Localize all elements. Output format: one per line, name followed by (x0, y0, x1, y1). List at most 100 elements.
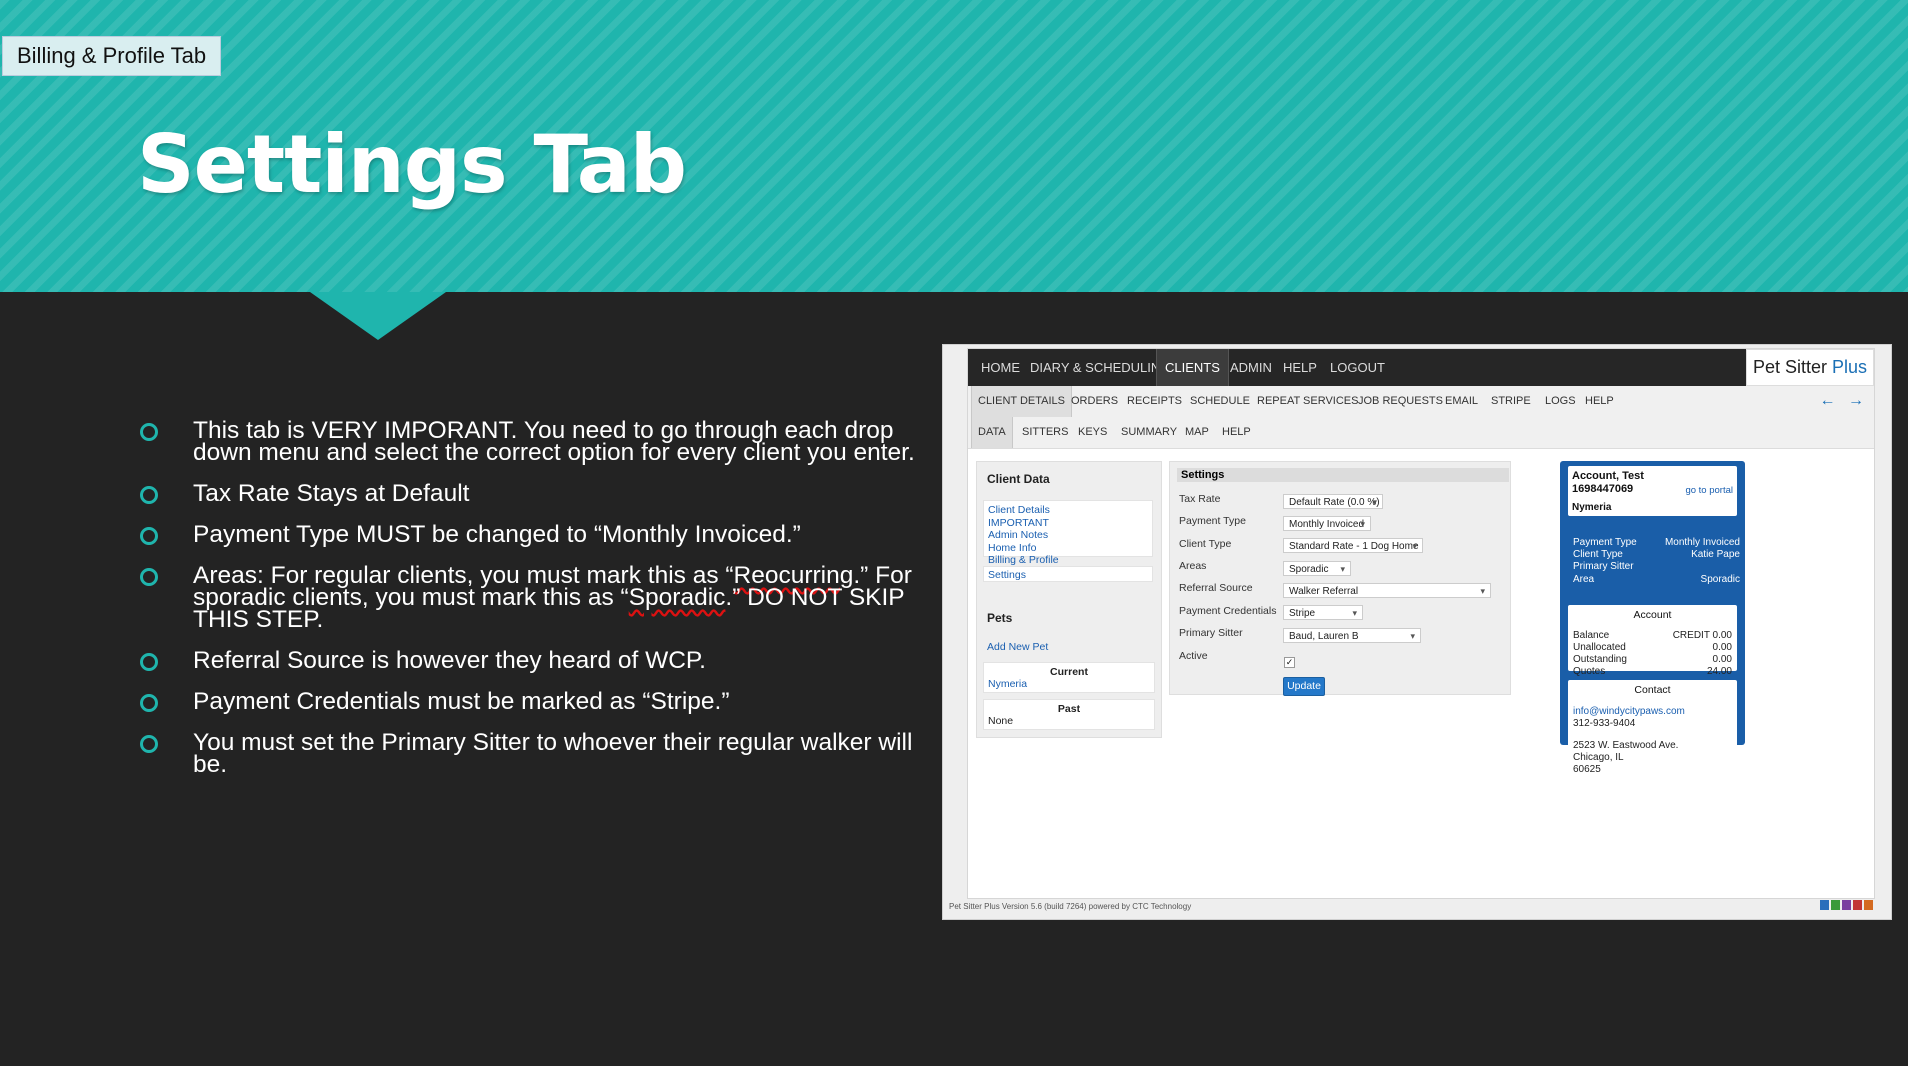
subnav-orders[interactable]: ORDERS (1071, 386, 1118, 417)
sub-nav: CLIENT DETAILS ORDERS RECEIPTS SCHEDULE … (968, 386, 1874, 418)
nav-help[interactable]: HELP (1283, 349, 1317, 386)
payment-type-label: Payment Type (1179, 515, 1246, 527)
top-nav: HOME DIARY & SCHEDULING CLIENTS ADMIN HE… (968, 349, 1874, 386)
brand-logo: Pet Sitter Plus (1746, 349, 1874, 386)
settings-link-box: Settings (983, 566, 1153, 582)
theme-swatch[interactable] (1842, 900, 1851, 910)
subnav-repeat-services[interactable]: REPEAT SERVICES (1257, 386, 1358, 417)
bullet-ring-icon (140, 423, 158, 441)
client-data-panel: Client Data Client Details IMPORTANT Adm… (976, 461, 1162, 738)
nav-clients[interactable]: CLIENTS (1156, 349, 1229, 386)
settings-panel: Settings Tax Rate Default Rate (0.0 %) P… (1169, 461, 1511, 696)
bullet-text: Referral Source is however they heard of… (193, 647, 706, 674)
tab-map[interactable]: MAP (1185, 417, 1209, 448)
account-number: 1698447069 (1572, 483, 1634, 495)
nav-home[interactable]: HOME (981, 349, 1020, 386)
subnav-stripe[interactable]: STRIPE (1491, 386, 1531, 417)
payment-credentials-select[interactable]: Stripe (1283, 605, 1363, 621)
tax-rate-select[interactable]: Default Rate (0.0 %) (1283, 494, 1383, 510)
theme-swatch[interactable] (1820, 900, 1829, 910)
account-card-title: Account (1633, 609, 1672, 621)
referral-source-select[interactable]: Walker Referral (1283, 583, 1491, 599)
link-billing-profile[interactable]: Billing & Profile (988, 554, 1152, 567)
bullet-item: This tab is VERY IMPORANT. You need to g… (140, 417, 930, 466)
account-name: Account, Test (1572, 470, 1644, 482)
go-to-portal-link[interactable]: go to portal (1685, 485, 1733, 498)
slide-title: Settings Tab (137, 118, 687, 211)
account-summary-panel: Account, Test 1698447069 go to portal Ny… (1560, 461, 1745, 780)
bullet-ring-icon (140, 486, 158, 504)
client-data-title: Client Data (987, 472, 1050, 486)
contact-email-link[interactable]: info@windycitypaws.com (1573, 706, 1685, 719)
tab-help[interactable]: HELP (1222, 417, 1251, 448)
bullet-ring-icon (140, 653, 158, 671)
past-pets-label: Past (1057, 703, 1081, 715)
add-new-pet-link[interactable]: Add New Pet (987, 641, 1048, 654)
tab-keys[interactable]: KEYS (1078, 417, 1107, 448)
quotes-value: 24.00 (1706, 666, 1732, 677)
theme-swatch[interactable] (1853, 900, 1862, 910)
theme-swatch[interactable] (1831, 900, 1840, 910)
tab-data[interactable]: DATA (971, 417, 1013, 448)
past-pets-box: Past None (983, 699, 1155, 730)
client-type-select[interactable]: Standard Rate - 1 Dog Home (1283, 538, 1423, 554)
primary-sitter-select[interactable]: Baud, Lauren B (1283, 628, 1421, 644)
subnav-schedule[interactable]: SCHEDULE (1190, 386, 1250, 417)
bullet-item: Payment Credentials must be marked as “S… (140, 689, 930, 714)
bullet-item: Tax Rate Stays at Default (140, 480, 930, 507)
link-home-info[interactable]: Home Info (988, 542, 1152, 555)
bullet-text: You must set the Primary Sitter to whoev… (193, 729, 913, 778)
payment-type-select[interactable]: Monthly Invoiced (1283, 516, 1371, 532)
section-label: Billing & Profile Tab (2, 36, 222, 76)
nav-admin[interactable]: ADMIN (1230, 349, 1272, 386)
past-pets-value: None (988, 715, 1014, 727)
bullet-text: This tab is VERY IMPORANT. You need to g… (193, 417, 915, 466)
subnav-help[interactable]: HELP (1585, 386, 1614, 417)
link-settings[interactable]: Settings (988, 569, 1152, 582)
bullet-list: This tab is VERY IMPORANT. You need to g… (140, 417, 930, 795)
nav-diary-scheduling[interactable]: DIARY & SCHEDULING (1030, 349, 1170, 386)
tab-sitters[interactable]: SITTERS (1022, 417, 1068, 448)
current-pets-label: Current (1050, 666, 1088, 678)
subnav-logs[interactable]: LOGS (1545, 386, 1576, 417)
outstanding-value: 0.00 (1712, 654, 1732, 665)
brand-name: Pet Sitter (1752, 357, 1827, 377)
theme-swatch[interactable] (1864, 900, 1873, 910)
update-button[interactable]: Update (1283, 677, 1325, 696)
bullet-text: Tax Rate Stays at Default (193, 480, 470, 507)
settings-title: Settings (1177, 468, 1509, 482)
subnav-email[interactable]: EMAIL (1445, 386, 1478, 417)
app-footer: Pet Sitter Plus Version 5.6 (build 7264)… (949, 902, 1192, 911)
app-window: HOME DIARY & SCHEDULING CLIENTS ADMIN HE… (967, 348, 1875, 899)
outstanding-label: Outstanding (1573, 654, 1627, 665)
client-data-links: Client Details IMPORTANT Admin Notes Hom… (983, 500, 1153, 566)
area-val: Sporadic (1700, 574, 1740, 585)
bullet-item: Areas: For regular clients, you must mar… (140, 563, 930, 632)
subnav-client-details[interactable]: CLIENT DETAILS (971, 386, 1073, 417)
outstanding-row: Outstanding 0.00 (1573, 654, 1732, 665)
unallocated-row: Unallocated 0.00 (1573, 642, 1732, 653)
balance-value: CREDIT 0.00 (1672, 630, 1732, 641)
link-important[interactable]: IMPORTANT (988, 517, 1152, 530)
balance-row: Balance CREDIT 0.00 (1573, 630, 1732, 641)
balance-label: Balance (1573, 630, 1610, 641)
subnav-job-requests[interactable]: JOB REQUESTS (1358, 386, 1443, 417)
tab-summary[interactable]: SUMMARY (1121, 417, 1177, 448)
prev-next-arrow-icon[interactable]: ← → (1820, 392, 1868, 410)
client-type-key: Client Type (1573, 549, 1623, 560)
areas-label: Areas (1179, 560, 1207, 572)
payment-credentials-label: Payment Credentials (1179, 605, 1277, 617)
contact-zip: 60625 (1573, 764, 1601, 775)
areas-select[interactable]: Sporadic (1283, 561, 1351, 577)
current-pets-box: Current Nymeria (983, 662, 1155, 693)
link-client-details[interactable]: Client Details (988, 504, 1152, 517)
link-admin-notes[interactable]: Admin Notes (988, 529, 1152, 542)
subnav-receipts[interactable]: RECEIPTS (1127, 386, 1182, 417)
spellcheck-word: Sporadic (628, 584, 726, 611)
bullet-item: Referral Source is however they heard of… (140, 647, 930, 674)
nav-logout[interactable]: LOGOUT (1330, 349, 1385, 386)
active-checkbox[interactable]: ✓ (1284, 657, 1295, 668)
contact-title: Contact (1634, 684, 1671, 696)
bullet-item: Payment Type MUST be changed to “Monthly… (140, 522, 930, 547)
pet-link-nymeria[interactable]: Nymeria (988, 678, 1027, 691)
